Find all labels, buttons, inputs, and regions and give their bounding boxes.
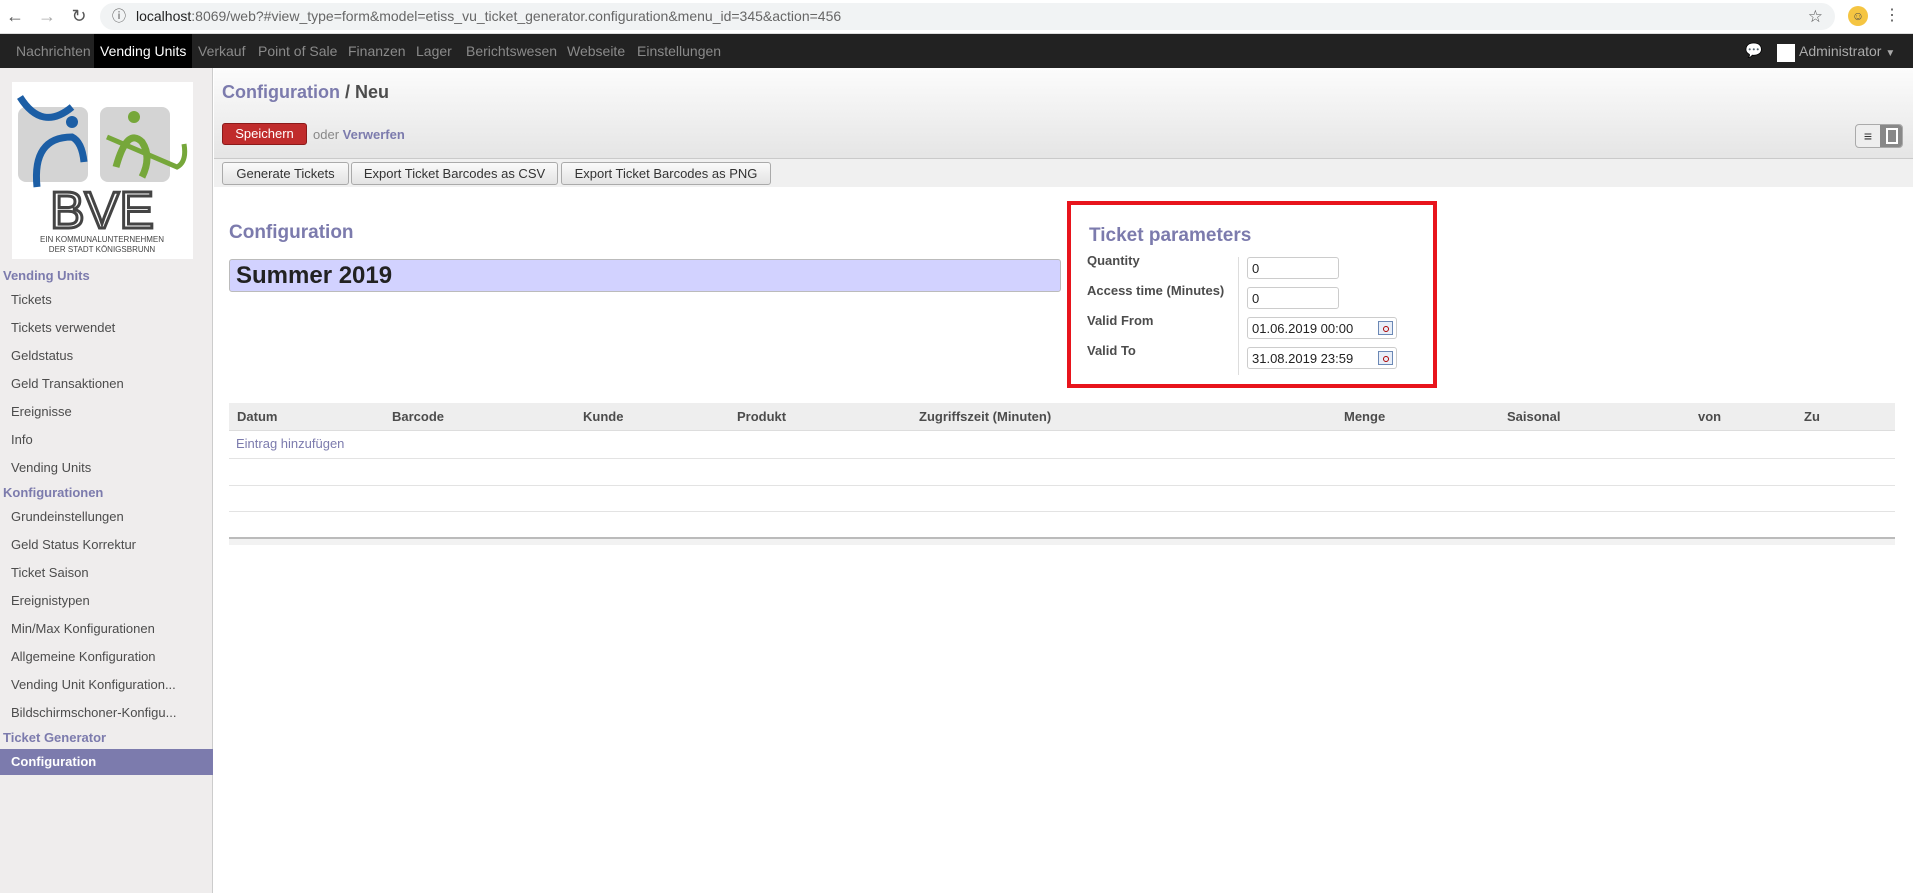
row-divider <box>229 511 1895 512</box>
column-header[interactable]: Saisonal <box>1507 403 1560 431</box>
company-logo: BVE EIN KOMMUNALUNTERNEHMEN DER STADT KÖ… <box>12 82 193 259</box>
sidebar-item[interactable]: Vending Units <box>0 455 213 481</box>
field-input[interactable]: 0 <box>1247 257 1339 279</box>
info-icon[interactable]: ⓘ <box>112 3 126 30</box>
address-bar[interactable]: ⓘ localhost:8069/web?#view_type=form&mod… <box>100 3 1835 30</box>
column-header[interactable]: Kunde <box>583 403 623 431</box>
table-header: Datum Barcode Kunde Produkt Zugriffszeit (Mi… <box>229 403 1895 431</box>
topnav-item[interactable]: Berichtswesen <box>460 34 563 68</box>
save-button[interactable]: Speichern <box>222 123 307 145</box>
form-view-icon[interactable] <box>1880 125 1902 147</box>
toolbar-button[interactable]: Export Ticket Barcodes as CSV <box>351 162 558 185</box>
column-header[interactable]: Datum <box>237 403 277 431</box>
view-switcher: ≡ <box>1855 124 1903 148</box>
field-label: Quantity <box>1087 253 1140 268</box>
column-header[interactable]: Barcode <box>392 403 444 431</box>
breadcrumb-parent[interactable]: Configuration <box>222 82 340 102</box>
table-footer <box>229 537 1895 545</box>
topnav-item[interactable]: Einstellungen <box>631 34 727 68</box>
sidebar-item[interactable]: Info <box>0 427 213 453</box>
star-icon[interactable]: ☆ <box>1808 3 1823 30</box>
field-input[interactable]: 01.06.2019 00:00 <box>1247 317 1397 339</box>
form-label: Configuration <box>229 222 354 243</box>
action-button-bar: Generate Tickets Export Ticket Barcodes a… <box>214 158 1913 187</box>
sidebar-item[interactable]: Geld Transaktionen <box>0 371 213 397</box>
sidebar-item[interactable]: Geld Status Korrektur <box>0 532 213 558</box>
calendar-icon[interactable] <box>1378 321 1393 335</box>
field-value: 01.06.2019 00:00 <box>1252 321 1354 336</box>
column-header[interactable]: von <box>1698 403 1721 431</box>
group-title: Ticket parameters <box>1089 225 1252 246</box>
profile-icon[interactable]: ☺ <box>1848 6 1868 26</box>
field-label: Access time (Minutes) <box>1087 283 1225 298</box>
field-value: 31.08.2019 23:59 <box>1252 351 1354 366</box>
divider <box>1238 257 1239 375</box>
browser-toolbar: ← → ↻ ⓘ localhost:8069/web?#view_type=fo… <box>0 0 1913 34</box>
topnav-item[interactable]: Nachrichten <box>10 34 97 68</box>
forward-icon[interactable]: → <box>36 6 58 27</box>
field-input[interactable]: 0 <box>1247 287 1339 309</box>
sidebar-item[interactable]: Tickets verwendet <box>0 315 213 341</box>
avatar[interactable] <box>1777 44 1795 62</box>
sidebar-item[interactable]: Configuration <box>0 749 213 775</box>
menu-dots-icon[interactable]: ⋮ <box>1884 5 1900 25</box>
sidebar-item[interactable]: Ereignistypen <box>0 588 213 614</box>
user-menu[interactable]: Administrator ▼ <box>1799 34 1895 71</box>
discard-group: oder Verwerfen <box>313 127 405 142</box>
sidebar-item[interactable]: Min/Max Konfigurationen <box>0 616 213 642</box>
sidebar-section-header: Konfigurationen <box>3 485 104 500</box>
chat-icon[interactable]: 💬 <box>1745 42 1762 59</box>
field-input[interactable]: 31.08.2019 23:59 <box>1247 347 1397 369</box>
column-header[interactable]: Produkt <box>737 403 786 431</box>
sidebar-item[interactable]: Ticket Saison <box>0 560 213 586</box>
toolbar-button[interactable]: Generate Tickets <box>222 162 349 185</box>
sidebar-item[interactable]: Bildschirmschoner-Konfigu... <box>0 700 213 726</box>
top-navigation: Nachrichten Vending Units Verkauf Point of … <box>0 34 1913 68</box>
svg-text:EIN KOMMUNALUNTERNEHMEN: EIN KOMMUNALUNTERNEHMEN <box>40 235 164 244</box>
sidebar-item[interactable]: Allgemeine Konfiguration <box>0 644 213 670</box>
sidebar-item[interactable]: Ereignisse <box>0 399 213 425</box>
column-header[interactable]: Menge <box>1344 403 1385 431</box>
row-divider <box>229 458 1895 459</box>
column-header[interactable]: Zu <box>1804 403 1820 431</box>
sidebar-item[interactable]: Grundeinstellungen <box>0 504 213 530</box>
breadcrumb: Configuration / Neu <box>222 82 390 102</box>
sidebar-section-header: Ticket Generator <box>3 730 107 745</box>
topnav-item[interactable]: Vending Units <box>94 34 193 68</box>
calendar-icon[interactable] <box>1378 351 1393 365</box>
ticket-parameters-group: Ticket parameters Quantity 0 Access time (… <box>1067 201 1437 388</box>
sidebar-section-header: Vending Units <box>3 268 90 283</box>
logo-text: BVE <box>50 182 154 240</box>
name-input[interactable]: Summer 2019 <box>229 259 1061 292</box>
list-view-icon[interactable]: ≡ <box>1856 125 1880 147</box>
caret-down-icon: ▼ <box>1885 48 1896 59</box>
topnav-item[interactable]: Point of Sale <box>252 34 343 68</box>
field-value: 0 <box>1252 291 1260 306</box>
reload-icon[interactable]: ↻ <box>68 6 90 27</box>
topnav-item[interactable]: Finanzen <box>342 34 412 68</box>
topnav-item[interactable]: Lager <box>410 34 458 68</box>
topnav-item[interactable]: Webseite <box>561 34 631 68</box>
svg-text:DER STADT KÖNIGSBRUNN: DER STADT KÖNIGSBRUNN <box>49 245 156 254</box>
topnav-item[interactable]: Verkauf <box>192 34 251 68</box>
row-divider <box>229 485 1895 486</box>
field-label: Valid From <box>1087 313 1154 328</box>
toolbar-button[interactable]: Export Ticket Barcodes as PNG <box>561 162 771 185</box>
sidebar-item[interactable]: Geldstatus <box>0 343 213 369</box>
back-icon[interactable]: ← <box>4 6 26 27</box>
breadcrumb-current: Neu <box>355 82 390 102</box>
field-value: 0 <box>1252 261 1260 276</box>
discard-link[interactable]: Verwerfen <box>343 127 405 142</box>
sidebar-item[interactable]: Tickets <box>0 287 213 313</box>
sidebar-item[interactable]: Vending Unit Konfiguration... <box>0 672 213 698</box>
sidebar: BVE EIN KOMMUNALUNTERNEHMEN DER STADT KÖ… <box>0 68 213 893</box>
column-header[interactable]: Zugriffszeit (Minuten) <box>919 403 1051 431</box>
field-label: Valid To <box>1087 343 1136 358</box>
add-line-link[interactable]: Eintrag hinzufügen <box>236 436 344 451</box>
